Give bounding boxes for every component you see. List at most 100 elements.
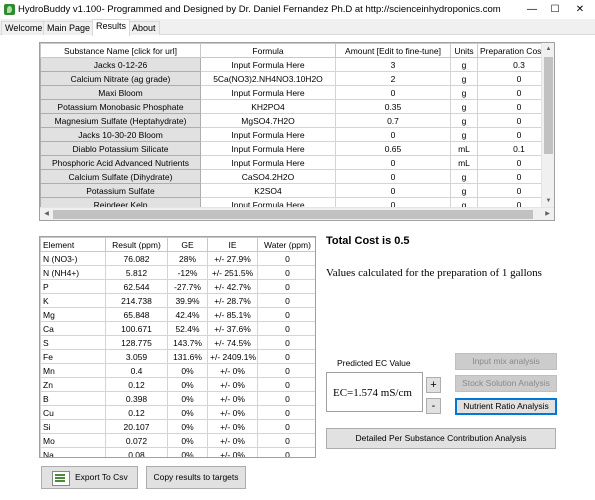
- substance-name-button[interactable]: Diablo Potassium Silicate: [40, 141, 201, 156]
- header-formula: Formula: [200, 43, 336, 58]
- formula-cell[interactable]: Input Formula Here: [200, 57, 336, 72]
- substance-name-button[interactable]: Potassium Monobasic Phosphate: [40, 99, 201, 114]
- amount-cell[interactable]: 3: [335, 57, 451, 72]
- water-ppm-cell: 0: [257, 251, 315, 266]
- formula-cell[interactable]: CaSO4.2H2O: [200, 169, 336, 184]
- formula-cell[interactable]: Input Formula Here: [200, 141, 336, 156]
- detailed-contribution-analysis-button[interactable]: Detailed Per Substance Contribution Anal…: [326, 428, 556, 449]
- copy-results-to-targets-button[interactable]: Copy results to targets: [146, 466, 246, 489]
- substance-grid: Substance Name [click for url] Formula A…: [39, 42, 555, 221]
- total-cost-label: Total Cost is 0.5: [326, 235, 410, 247]
- input-mix-analysis-button[interactable]: Input mix analysis: [455, 353, 557, 370]
- tab-results[interactable]: Results: [92, 19, 131, 36]
- tab-main-page[interactable]: Main Page: [43, 21, 95, 35]
- element-results-grid: Element Result (ppm) GE IE Water (ppm) N…: [39, 236, 316, 458]
- amount-cell[interactable]: 0.65: [335, 141, 451, 156]
- maximize-icon[interactable]: ☐: [545, 0, 565, 19]
- formula-cell[interactable]: KH2PO4: [200, 99, 336, 114]
- amount-cell[interactable]: 0: [335, 127, 451, 142]
- substance-row: Potassium Sulfate K2SO4 0 g 0: [40, 183, 554, 198]
- element-name-cell: Zn: [40, 377, 106, 392]
- substance-name-button[interactable]: Magnesium Sulfate (Heptahydrate): [40, 113, 201, 128]
- ec-decrease-button[interactable]: -: [426, 398, 441, 414]
- nutrient-ratio-analysis-button[interactable]: Nutrient Ratio Analysis: [455, 398, 557, 415]
- amount-cell[interactable]: 0.7: [335, 113, 451, 128]
- export-to-csv-button[interactable]: Export To Csv: [41, 466, 138, 489]
- substance-name-button[interactable]: Calcium Sulfate (Dihydrate): [40, 169, 201, 184]
- tab-welcome[interactable]: Welcome: [1, 21, 47, 35]
- substance-name-button[interactable]: Calcium Nitrate (ag grade): [40, 71, 201, 86]
- units-cell: g: [450, 113, 478, 128]
- substance-name-button[interactable]: Jacks 0-12-26: [40, 57, 201, 72]
- substance-name-button[interactable]: Potassium Sulfate: [40, 183, 201, 198]
- element-name-cell: Si: [40, 419, 106, 434]
- amount-cell[interactable]: 0: [335, 183, 451, 198]
- header-substance-name[interactable]: Substance Name [click for url]: [40, 43, 201, 58]
- scroll-left-icon[interactable]: ◀: [40, 208, 53, 220]
- element-name-cell: P: [40, 279, 106, 294]
- minimize-icon[interactable]: —: [522, 0, 542, 19]
- result-ppm-cell: 62.544: [105, 279, 168, 294]
- substance-name-button[interactable]: Maxi Bloom: [40, 85, 201, 100]
- ie-cell: +/- 85.1%: [207, 307, 258, 322]
- formula-cell[interactable]: 5Ca(NO3)2.NH4NO3.10H2O: [200, 71, 336, 86]
- scroll-up-icon[interactable]: ▲: [542, 43, 554, 56]
- element-row: Zn 0.12 0% +/- 0% 0: [40, 377, 315, 392]
- amount-cell[interactable]: 0.35: [335, 99, 451, 114]
- close-icon[interactable]: ✕: [570, 0, 590, 19]
- element-name-cell: K: [40, 293, 106, 308]
- amount-cell[interactable]: 0: [335, 85, 451, 100]
- element-name-cell: Na: [40, 447, 106, 457]
- substance-name-button[interactable]: Phosphoric Acid Advanced Nutrients: [40, 155, 201, 170]
- ie-cell: +/- 251.5%: [207, 265, 258, 280]
- water-ppm-cell: 0: [257, 279, 315, 294]
- water-ppm-cell: 0: [257, 391, 315, 406]
- scroll-right-icon[interactable]: ▶: [541, 208, 554, 220]
- substance-row: Calcium Sulfate (Dihydrate) CaSO4.2H2O 0 g 0: [40, 169, 554, 184]
- water-ppm-cell: 0: [257, 293, 315, 308]
- formula-cell[interactable]: Input Formula Here: [200, 127, 336, 142]
- element-row: B 0.398 0% +/- 0% 0: [40, 391, 315, 406]
- ge-cell: -12%: [167, 265, 208, 280]
- formula-cell[interactable]: MgSO4.7H2O: [200, 113, 336, 128]
- formula-cell[interactable]: Input Formula Here: [200, 85, 336, 100]
- header-ie: IE: [207, 237, 258, 252]
- ie-cell: +/- 0%: [207, 405, 258, 420]
- ec-increase-button[interactable]: +: [426, 377, 441, 393]
- substance-name-button[interactable]: Jacks 10-30-20 Bloom: [40, 127, 201, 142]
- element-row: Na 0.08 0% +/- 0% 0: [40, 447, 315, 457]
- amount-cell[interactable]: 0: [335, 169, 451, 184]
- units-cell: g: [450, 99, 478, 114]
- ie-cell: +/- 0%: [207, 377, 258, 392]
- horizontal-scroll-thumb[interactable]: [53, 210, 533, 219]
- stock-solution-analysis-button[interactable]: Stock Solution Analysis: [455, 375, 557, 392]
- substance-table: Substance Name [click for url] Formula A…: [40, 43, 554, 212]
- formula-cell[interactable]: Input Formula Here: [200, 155, 336, 170]
- water-ppm-cell: 0: [257, 265, 315, 280]
- result-ppm-cell: 0.072: [105, 433, 168, 448]
- formula-cell[interactable]: K2SO4: [200, 183, 336, 198]
- element-row: N (NH4+) 5.812 -12% +/- 251.5% 0: [40, 265, 315, 280]
- title-bar: HydroBuddy v1.100- Programmed and Design…: [0, 0, 595, 19]
- header-element: Element: [40, 237, 106, 252]
- substance-row: Jacks 10-30-20 Bloom Input Formula Here 0 g…: [40, 127, 554, 142]
- ge-cell: 42.4%: [167, 307, 208, 322]
- ge-cell: 0%: [167, 391, 208, 406]
- tab-about[interactable]: About: [128, 21, 160, 35]
- result-ppm-cell: 0.4: [105, 363, 168, 378]
- ge-cell: 0%: [167, 447, 208, 457]
- element-name-cell: Ca: [40, 321, 106, 336]
- vertical-scroll-thumb[interactable]: [544, 57, 553, 154]
- ie-cell: +/- 0%: [207, 447, 258, 457]
- units-cell: g: [450, 57, 478, 72]
- header-ge: GE: [167, 237, 208, 252]
- units-cell: g: [450, 71, 478, 86]
- horizontal-scrollbar[interactable]: ◀ ▶: [40, 207, 554, 220]
- result-ppm-cell: 0.398: [105, 391, 168, 406]
- amount-cell[interactable]: 0: [335, 155, 451, 170]
- units-cell: g: [450, 127, 478, 142]
- ie-cell: +/- 74.5%: [207, 335, 258, 350]
- vertical-scrollbar[interactable]: ▲ ▼: [541, 43, 554, 208]
- amount-cell[interactable]: 2: [335, 71, 451, 86]
- header-amount: Amount [Edit to fine-tune]: [335, 43, 451, 58]
